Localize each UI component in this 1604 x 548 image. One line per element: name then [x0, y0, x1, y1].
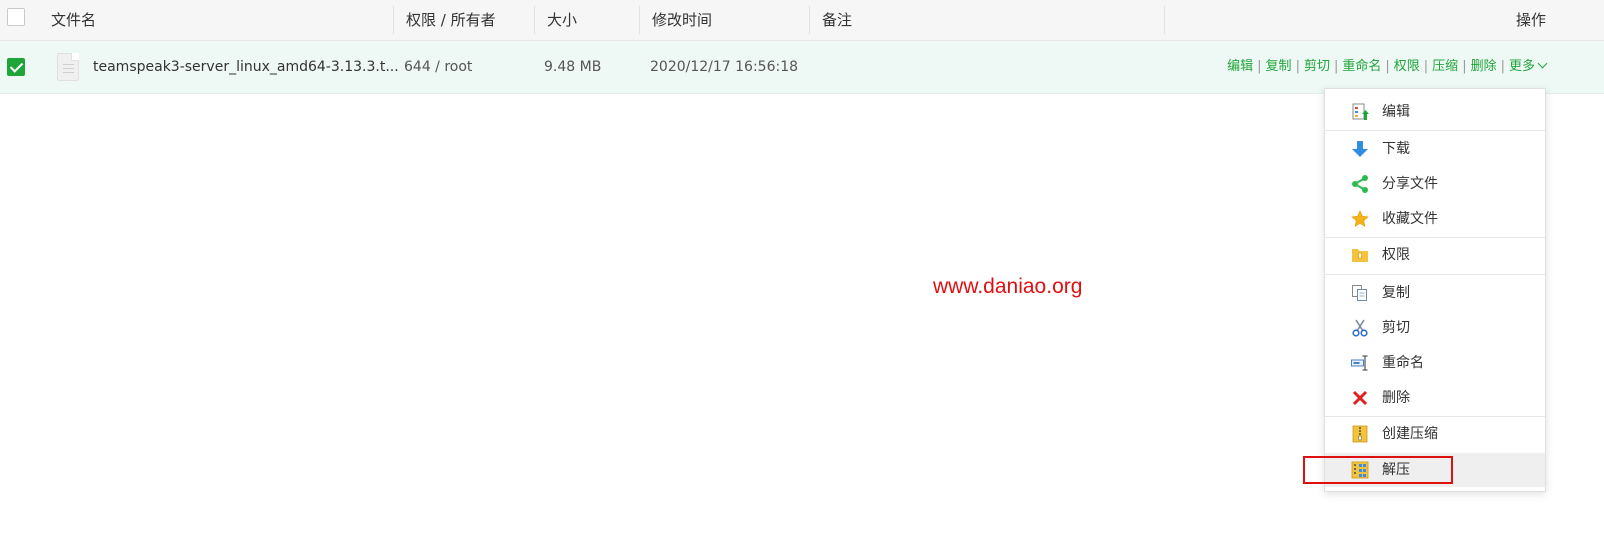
action-separator: | [1500, 59, 1505, 74]
menu-item-label: 复制 [1382, 285, 1410, 301]
table-row[interactable]: teamspeak3-server_linux_amd64-3.13.3.t..… [0, 41, 1604, 94]
menu-item-label: 重命名 [1382, 355, 1424, 371]
header-ops: 操作 [1515, 11, 1546, 29]
edit-icon [1352, 103, 1369, 120]
menu-item-download[interactable]: 下载 [1325, 132, 1545, 166]
menu-item-share[interactable]: 分享文件 [1325, 167, 1545, 201]
menu-item-label: 收藏文件 [1382, 211, 1438, 227]
scissors-icon [1352, 319, 1368, 337]
menu-item-label: 下载 [1382, 141, 1410, 157]
more-label: 更多 [1508, 59, 1535, 74]
file-perm-owner[interactable]: 644 / root [404, 41, 472, 93]
menu-item-permission[interactable]: 权限 [1325, 238, 1545, 272]
menu-item-extract[interactable]: 解压 [1325, 453, 1545, 487]
file-mtime: 2020/12/17 16:56:18 [650, 59, 799, 75]
rename-link[interactable]: 重命名 [1342, 59, 1381, 74]
action-separator: | [1257, 59, 1262, 74]
file-size: 9.48 MB [544, 59, 602, 75]
menu-item-label: 分享文件 [1382, 176, 1438, 192]
menu-item-label: 权限 [1382, 247, 1410, 263]
menu-item-label: 解压 [1382, 462, 1410, 478]
column-divider[interactable] [393, 6, 394, 34]
table-header: 文件名 权限 / 所有者 大小 修改时间 备注 操作 [0, 0, 1604, 41]
action-separator: | [1385, 59, 1390, 74]
delete-icon [1352, 390, 1368, 406]
row-actions: 编辑 | 复制 | 剪切 | 重命名 | 权限 | 压缩 | 删除 | 更多 [1227, 41, 1548, 93]
edit-link[interactable]: 编辑 [1227, 59, 1253, 74]
zip-icon [1352, 425, 1368, 443]
menu-item-rename[interactable]: 重命名 [1325, 346, 1545, 380]
lock-folder-icon [1352, 249, 1368, 262]
file-name[interactable]: teamspeak3-server_linux_amd64-3.13.3.t..… [93, 41, 399, 93]
menu-item-label: 剪切 [1382, 320, 1410, 336]
menu-item-favorite[interactable]: 收藏文件 [1325, 202, 1545, 236]
menu-item-label: 创建压缩 [1382, 426, 1438, 442]
menu-item-label: 删除 [1382, 390, 1410, 406]
menu-item-copy[interactable]: 复制 [1325, 276, 1545, 310]
menu-item-create-archive[interactable]: 创建压缩 [1325, 417, 1545, 451]
menu-divider [1325, 274, 1545, 275]
action-separator: | [1423, 59, 1429, 74]
action-separator: | [1462, 59, 1467, 74]
rename-icon [1351, 355, 1368, 371]
column-divider[interactable] [809, 6, 810, 34]
action-separator: | [1333, 59, 1339, 74]
column-divider[interactable] [639, 6, 640, 34]
context-menu: 编辑 下载 分享文件 收藏文件 权限 复制 剪切 重命名 删除 创建压缩 解压 [1324, 88, 1546, 492]
cut-link[interactable]: 剪切 [1304, 59, 1330, 74]
chevron-down-icon [1537, 58, 1548, 69]
more-dropdown[interactable]: 更多 [1508, 58, 1548, 74]
unzip-icon [1351, 461, 1369, 479]
delete-link[interactable]: 删除 [1471, 59, 1497, 74]
share-icon [1352, 175, 1368, 193]
header-size[interactable]: 大小 [547, 0, 577, 40]
menu-item-cut[interactable]: 剪切 [1325, 311, 1545, 345]
row-checkbox[interactable] [7, 58, 25, 76]
header-perm-owner[interactable]: 权限 / 所有者 [406, 0, 496, 40]
permission-link[interactable]: 权限 [1394, 59, 1420, 74]
select-all-checkbox[interactable] [7, 8, 25, 26]
column-divider[interactable] [534, 6, 535, 34]
action-separator: | [1295, 59, 1300, 74]
menu-item-label: 编辑 [1382, 104, 1410, 120]
header-name[interactable]: 文件名 [51, 0, 96, 40]
copy-icon [1352, 285, 1367, 301]
star-icon [1351, 210, 1369, 228]
menu-divider [1325, 130, 1545, 131]
menu-item-delete[interactable]: 删除 [1325, 381, 1545, 415]
file-icon [57, 53, 79, 81]
download-icon [1352, 141, 1368, 157]
copy-link[interactable]: 复制 [1266, 59, 1292, 74]
header-note: 备注 [822, 11, 853, 29]
column-divider[interactable] [1164, 6, 1165, 34]
header-mtime[interactable]: 修改时间 [652, 0, 712, 40]
compress-link[interactable]: 压缩 [1432, 59, 1458, 74]
watermark-text: www.daniao.org [933, 275, 1083, 298]
menu-item-edit[interactable]: 编辑 [1325, 95, 1545, 129]
